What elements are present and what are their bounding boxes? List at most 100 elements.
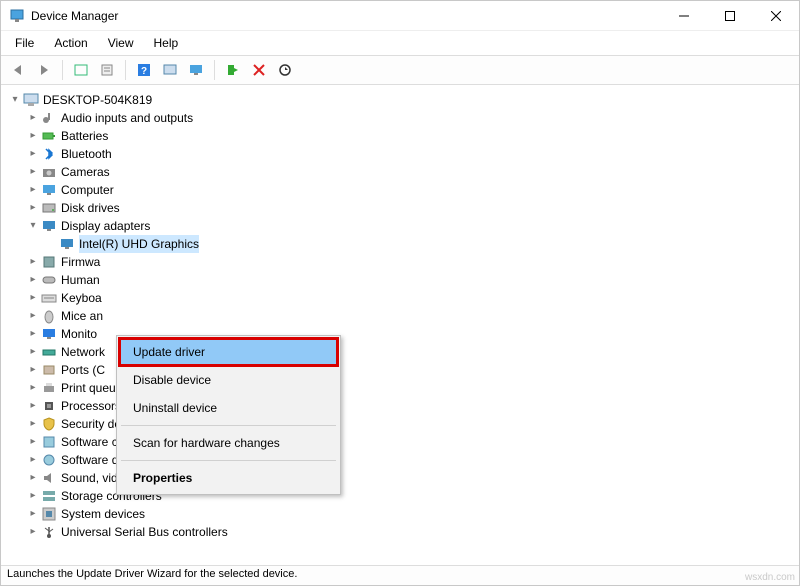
tree-category-label: Human — [61, 271, 100, 289]
tree-category[interactable]: ▸ Keyboa — [9, 289, 795, 307]
security-icon — [41, 416, 57, 432]
caret-right-icon[interactable]: ▸ — [27, 379, 39, 397]
toolbar-separator — [62, 60, 63, 80]
caret-right-icon[interactable]: ▸ — [27, 397, 39, 415]
show-hidden-button[interactable] — [70, 59, 92, 81]
tree-category[interactable]: ▸Audio inputs and outputs — [9, 109, 795, 127]
caret-right-icon[interactable]: ▸ — [27, 181, 39, 199]
battery-icon — [41, 128, 57, 144]
tree-category-label: Keyboa — [61, 289, 102, 307]
caret-right-icon[interactable]: ▸ — [27, 361, 39, 379]
caret-right-icon[interactable]: ▸ — [27, 487, 39, 505]
ctx-uninstall-device[interactable]: Uninstall device — [119, 394, 338, 422]
menu-file[interactable]: File — [7, 33, 42, 53]
caret-right-icon[interactable]: ▸ — [27, 271, 39, 289]
caret-right-icon[interactable]: ▸ — [27, 199, 39, 217]
tree-category-label: Cameras — [61, 163, 110, 181]
caret-right-icon[interactable]: ▸ — [27, 289, 39, 307]
update-button[interactable] — [159, 59, 181, 81]
tree-root-label: DESKTOP-504K819 — [43, 91, 152, 109]
close-button[interactable] — [753, 1, 799, 31]
caret-down-icon[interactable]: ▾ — [27, 217, 39, 235]
caret-right-icon[interactable]: ▸ — [27, 145, 39, 163]
caret-right-icon[interactable]: ▸ — [27, 433, 39, 451]
storage-icon — [41, 488, 57, 504]
back-button[interactable] — [7, 59, 29, 81]
caret-right-icon[interactable]: ▸ — [27, 325, 39, 343]
ctx-scan-hardware[interactable]: Scan for hardware changes — [119, 429, 338, 457]
tree-category-label: Network — [61, 343, 105, 361]
tree-category-label: Disk drives — [61, 199, 120, 217]
menu-action[interactable]: Action — [46, 33, 95, 53]
caret-right-icon[interactable]: ▸ — [27, 523, 39, 541]
keyboard-icon — [41, 290, 57, 306]
tree-category[interactable]: ▸ Mice an — [9, 307, 795, 325]
tree-root[interactable]: ▾ DESKTOP-504K819 — [9, 91, 795, 109]
tree-category[interactable]: ▾ Display adapters — [9, 217, 795, 235]
tree-category-label: Monito — [61, 325, 97, 343]
context-menu: Update driver Disable device Uninstall d… — [116, 335, 341, 495]
properties-button[interactable] — [96, 59, 118, 81]
print-icon — [41, 380, 57, 396]
disk-icon — [41, 200, 57, 216]
scan-hardware-button[interactable] — [274, 59, 296, 81]
tree-category[interactable]: ▸ Universal Serial Bus controllers — [9, 523, 795, 541]
device-tree[interactable]: ▾ DESKTOP-504K819 ▸Audio inputs and outp… — [1, 85, 799, 565]
firmware-icon — [41, 254, 57, 270]
tree-category-label: Batteries — [61, 127, 108, 145]
enable-button[interactable] — [222, 59, 244, 81]
monitor-icon — [41, 326, 57, 342]
ctx-separator — [121, 425, 336, 426]
scan-monitor-button[interactable] — [185, 59, 207, 81]
tree-category[interactable]: ▸ Disk drives — [9, 199, 795, 217]
ctx-update-driver[interactable]: Update driver — [119, 338, 338, 366]
uninstall-button[interactable] — [248, 59, 270, 81]
maximize-button[interactable] — [707, 1, 753, 31]
softdev-icon — [41, 452, 57, 468]
tree-category-label: Firmwa — [61, 253, 100, 271]
caret-right-icon[interactable]: ▸ — [27, 343, 39, 361]
caret-right-icon[interactable]: ▸ — [27, 469, 39, 487]
app-icon — [9, 8, 25, 24]
computer-icon — [23, 92, 39, 108]
tree-category-label: System devices — [61, 505, 145, 523]
caret-right-icon[interactable]: ▸ — [27, 415, 39, 433]
window-title: Device Manager — [31, 9, 661, 23]
tree-category[interactable]: ▸Computer — [9, 181, 795, 199]
window-controls — [661, 1, 799, 31]
caret-right-icon[interactable]: ▸ — [27, 127, 39, 145]
system-icon — [41, 506, 57, 522]
tree-category[interactable]: ▸ Cameras — [9, 163, 795, 181]
forward-button[interactable] — [33, 59, 55, 81]
tree-device[interactable]: ▸Intel(R) UHD Graphics — [9, 235, 795, 253]
ctx-separator — [121, 460, 336, 461]
caret-right-icon[interactable]: ▸ — [27, 109, 39, 127]
menu-help[interactable]: Help — [146, 33, 187, 53]
tree-category-label: Universal Serial Bus controllers — [61, 523, 228, 541]
tree-category[interactable]: ▸ Firmwa — [9, 253, 795, 271]
tree-category-label: Bluetooth — [61, 145, 112, 163]
help-button[interactable]: ? — [133, 59, 155, 81]
menu-view[interactable]: View — [100, 33, 142, 53]
tree-category-label: Mice an — [61, 307, 103, 325]
tree-category[interactable]: ▸ Human — [9, 271, 795, 289]
display-icon — [59, 236, 75, 252]
tree-category[interactable]: ▸ System devices — [9, 505, 795, 523]
minimize-button[interactable] — [661, 1, 707, 31]
status-text: Launches the Update Driver Wizard for th… — [7, 568, 297, 580]
caret-right-icon[interactable]: ▸ — [27, 163, 39, 181]
ctx-disable-device[interactable]: Disable device — [119, 366, 338, 394]
caret-right-icon[interactable]: ▸ — [27, 451, 39, 469]
tree-category-label: Display adapters — [61, 217, 150, 235]
audio-icon — [41, 110, 57, 126]
softcomp-icon — [41, 434, 57, 450]
tree-category[interactable]: ▸ Batteries — [9, 127, 795, 145]
caret-right-icon[interactable]: ▸ — [27, 505, 39, 523]
caret-down-icon[interactable]: ▾ — [9, 91, 21, 109]
caret-right-icon[interactable]: ▸ — [27, 307, 39, 325]
status-bar: Launches the Update Driver Wizard for th… — [1, 565, 799, 585]
tree-category[interactable]: ▸ Bluetooth — [9, 145, 795, 163]
camera-icon — [41, 164, 57, 180]
ctx-properties[interactable]: Properties — [119, 464, 338, 492]
caret-right-icon[interactable]: ▸ — [27, 253, 39, 271]
